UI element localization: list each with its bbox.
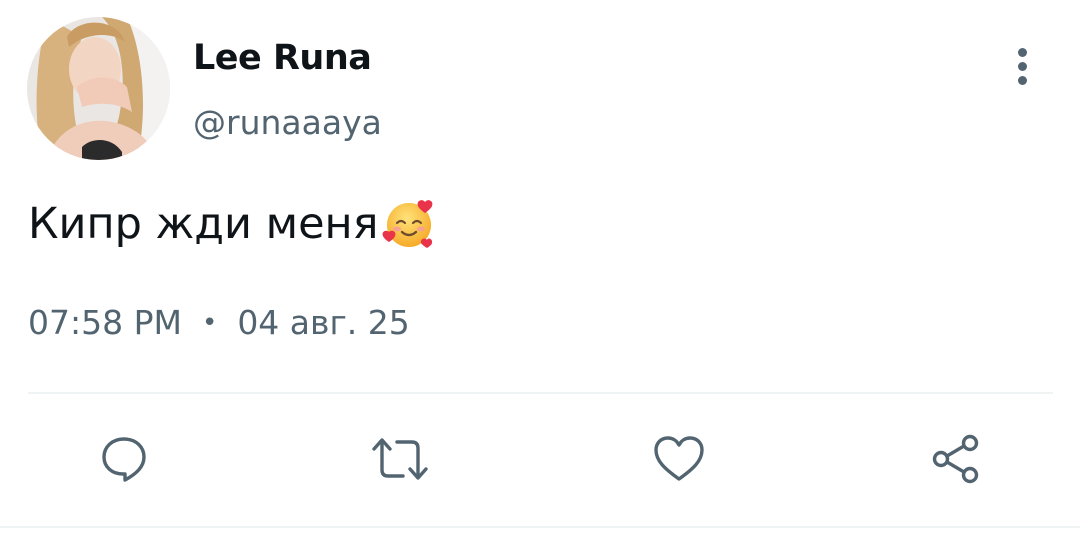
- more-options-button[interactable]: [1001, 40, 1043, 92]
- tweet-date: 04 авг. 25: [237, 303, 410, 342]
- reply-button[interactable]: [93, 428, 155, 490]
- display-name[interactable]: Lee Runa: [193, 38, 372, 78]
- share-button[interactable]: [925, 428, 987, 490]
- tweet-timestamp: 07:58 PM • 04 авг. 25: [28, 303, 410, 342]
- share-icon: [932, 434, 979, 484]
- bottom-border: [0, 526, 1080, 528]
- more-options-icon: [1017, 47, 1027, 57]
- meta-separator: •: [201, 307, 218, 338]
- tweet-text-content: Кипр жди меня: [28, 199, 379, 249]
- tweet-time: 07:58 PM: [28, 303, 182, 342]
- tweet-text: Кипр жди меня: [28, 196, 437, 252]
- like-button[interactable]: [648, 428, 710, 490]
- retweet-button[interactable]: [369, 428, 431, 490]
- smiling-face-with-hearts-icon: [381, 196, 437, 252]
- divider: [28, 392, 1053, 394]
- avatar[interactable]: [27, 17, 170, 160]
- username-handle[interactable]: @runaaaya: [193, 103, 382, 142]
- like-icon: [654, 436, 704, 481]
- avatar-photo: [27, 17, 170, 160]
- reply-icon: [102, 437, 146, 482]
- retweet-icon: [372, 438, 428, 480]
